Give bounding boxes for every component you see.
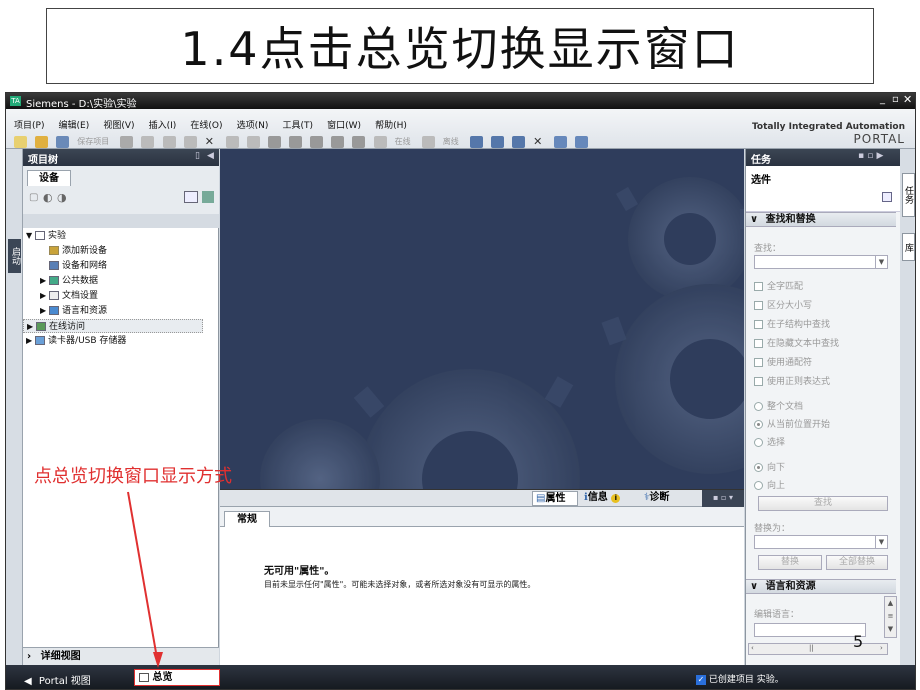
- page-number: 5: [853, 632, 864, 651]
- annotation-text: 点总览切换窗口显示方式: [34, 466, 232, 487]
- annotation-arrow: [127, 491, 163, 668]
